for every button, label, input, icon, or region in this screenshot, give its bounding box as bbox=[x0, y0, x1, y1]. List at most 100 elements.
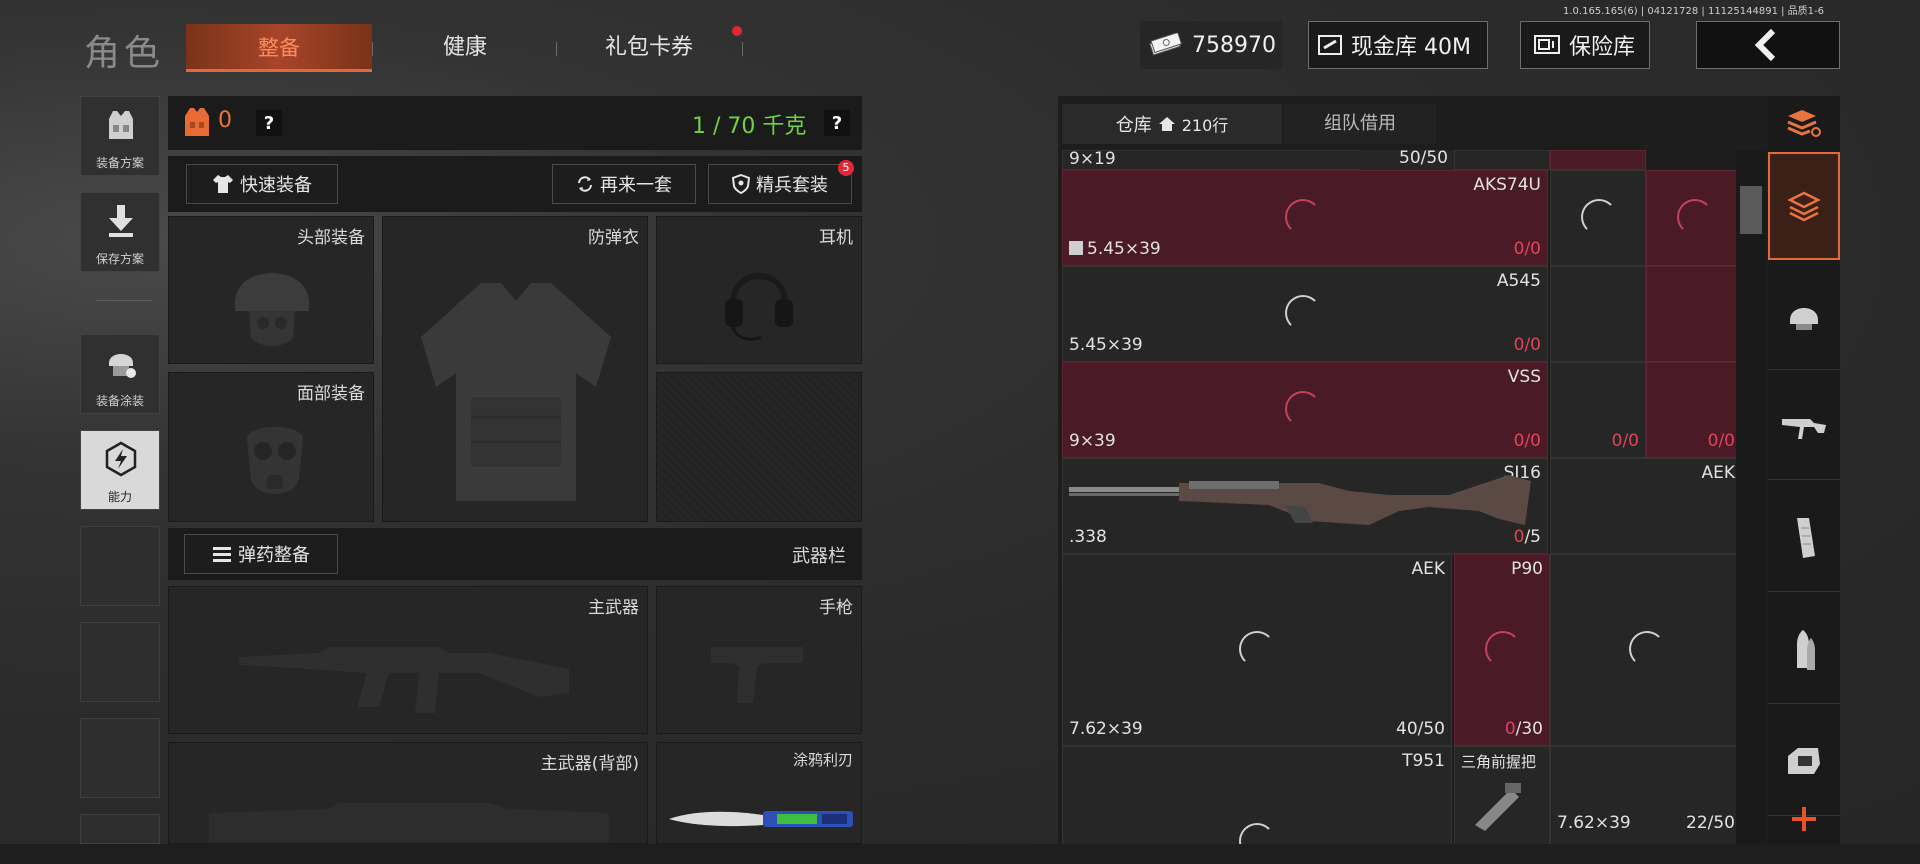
ability-icon bbox=[103, 441, 139, 477]
grid-cell bbox=[1550, 170, 1646, 266]
category-helmet[interactable] bbox=[1768, 262, 1840, 370]
shield-icon bbox=[732, 174, 750, 194]
item-count: 0/0 bbox=[1513, 335, 1541, 355]
helmet-paint-icon bbox=[103, 345, 139, 381]
item-vss[interactable]: VSS 9×39 0/0 bbox=[1062, 362, 1548, 458]
item-caliber: 7.62×39 bbox=[1069, 719, 1143, 739]
save-plan-button[interactable]: 保存方案 bbox=[80, 192, 160, 272]
scrollbar-thumb[interactable] bbox=[1740, 186, 1762, 234]
loading-spinner bbox=[1285, 295, 1321, 331]
tab-equip[interactable]: 整备 bbox=[186, 24, 372, 72]
scope-icon bbox=[1784, 744, 1824, 780]
scrollbar-track[interactable] bbox=[1736, 150, 1766, 844]
headset-icon bbox=[719, 257, 799, 347]
stack-sort-icon bbox=[1786, 108, 1822, 138]
home-icon bbox=[1158, 116, 1176, 132]
ammo-box-icon bbox=[1069, 241, 1083, 255]
item-name: VSS bbox=[1507, 367, 1541, 387]
pistol-slot[interactable]: 手枪 bbox=[656, 586, 862, 734]
download-icon bbox=[103, 203, 139, 239]
add-button[interactable] bbox=[1768, 794, 1840, 844]
item-caliber: 9×19 bbox=[1069, 150, 1116, 169]
tab-gift[interactable]: 礼包卡券 bbox=[564, 24, 734, 72]
help-button[interactable]: ? bbox=[256, 110, 282, 136]
foregrip-icon bbox=[1465, 775, 1525, 835]
knife-slot[interactable]: 涂鸦利刃 bbox=[656, 742, 862, 844]
safe-icon bbox=[1533, 33, 1561, 57]
cash-vault-label: 现金库 40M bbox=[1351, 35, 1471, 60]
item-cell[interactable]: 50/50 bbox=[1360, 150, 1454, 170]
notification-dot bbox=[732, 26, 742, 36]
quick-equip-label: 快速装备 bbox=[240, 175, 312, 196]
loading-spinner bbox=[1239, 823, 1275, 844]
helmet-icon bbox=[1786, 298, 1822, 334]
version-label: 1.0.165.165(6) | 04121728 | 11125144891 … bbox=[1563, 6, 1824, 17]
item-a545[interactable]: A545 5.45×39 0/0 bbox=[1062, 266, 1548, 362]
item-p90[interactable]: P90 0/30 bbox=[1454, 554, 1550, 746]
item-cell[interactable]: 0/0 bbox=[1550, 362, 1646, 458]
item-sj16[interactable]: SJ16 .338 0/5 bbox=[1062, 458, 1548, 554]
tab-storage[interactable]: 仓库 210行 bbox=[1062, 104, 1282, 144]
save-plan-label: 保存方案 bbox=[95, 252, 144, 266]
item-aks74u[interactable]: AKS74U 5.45×39 0/0 bbox=[1062, 170, 1548, 266]
loading-spinner bbox=[1239, 631, 1275, 667]
paint-button[interactable]: 装备涂装 bbox=[80, 334, 160, 414]
warehouse-grid: 9×19 50/50 AKS74U 5.45×39 0/0 A545 5.45×… bbox=[1062, 150, 1766, 844]
item-t951[interactable]: T951 bbox=[1062, 746, 1452, 844]
tab-health[interactable]: 健康 bbox=[400, 24, 530, 72]
armor-icon bbox=[184, 106, 210, 138]
item-grip[interactable]: 三角前握把 bbox=[1454, 746, 1550, 844]
item-caliber: 7.62×39 bbox=[1557, 813, 1631, 833]
headset-slot-label: 耳机 bbox=[819, 228, 853, 248]
vest-slot[interactable]: 防弹衣 bbox=[382, 216, 648, 522]
grid-cell bbox=[1550, 266, 1646, 362]
insurance-vault-button[interactable]: 保险库 bbox=[1520, 21, 1650, 69]
item-name: T951 bbox=[1402, 751, 1445, 771]
empty-nav-slot bbox=[80, 718, 160, 798]
sks-rifle-icon bbox=[1069, 465, 1539, 535]
weapon-bar-label: 武器栏 bbox=[792, 546, 846, 567]
tab-divider bbox=[556, 42, 557, 56]
vest-slot-label: 防弹衣 bbox=[588, 228, 639, 248]
item-aek[interactable]: AEK 7.62×39 40/50 bbox=[1062, 554, 1452, 746]
magazine-icon bbox=[1789, 516, 1819, 560]
category-all[interactable] bbox=[1768, 152, 1840, 260]
category-magazine[interactable] bbox=[1768, 484, 1840, 592]
head-slot[interactable]: 头部装备 bbox=[168, 216, 374, 364]
item-count: 0/0 bbox=[1513, 239, 1541, 259]
item-name: P90 bbox=[1511, 559, 1543, 579]
item-aek-right[interactable]: AEK bbox=[1550, 458, 1742, 554]
primary-weapon-slot[interactable]: 主武器 bbox=[168, 586, 648, 734]
headset-slot[interactable]: 耳机 bbox=[656, 216, 862, 364]
vest-icon bbox=[103, 107, 139, 143]
again-button[interactable]: 再来一套 bbox=[552, 164, 696, 204]
item-caliber: 9×39 bbox=[1069, 431, 1116, 451]
body-armor-icon bbox=[411, 277, 621, 507]
back-button[interactable] bbox=[1696, 21, 1840, 69]
ammo-icon bbox=[212, 545, 232, 563]
armor-count: 0 bbox=[218, 108, 232, 133]
category-rifle[interactable] bbox=[1768, 372, 1840, 480]
tab-divider bbox=[742, 42, 743, 56]
item-cell[interactable]: 0/0 bbox=[1646, 362, 1742, 458]
elite-set-button[interactable]: 精兵套装 bbox=[708, 164, 852, 204]
loadout-plan-button[interactable]: 装备方案 bbox=[80, 96, 160, 176]
tab-team-borrow[interactable]: 组队借用 bbox=[1284, 104, 1436, 144]
primary-back-slot[interactable]: 主武器(背部) bbox=[168, 742, 648, 844]
sort-button[interactable] bbox=[1768, 96, 1840, 150]
ammo-equip-button[interactable]: 弹药整备 bbox=[184, 534, 338, 574]
category-ammo[interactable] bbox=[1768, 596, 1840, 704]
ability-button[interactable]: 能力 bbox=[80, 430, 160, 510]
cash-vault-button[interactable]: 现金库 40M bbox=[1308, 21, 1488, 69]
grid-cell bbox=[1550, 554, 1742, 746]
face-slot[interactable]: 面部装备 bbox=[168, 372, 374, 522]
weight-help-button[interactable]: ? bbox=[824, 110, 850, 136]
item-name: AKS74U bbox=[1473, 175, 1541, 195]
item-cell[interactable]: 7.62×39 22/50 bbox=[1550, 746, 1742, 844]
item-name: AEK bbox=[1411, 559, 1445, 579]
rifle-back-silhouette-icon bbox=[209, 783, 609, 843]
tab-equip-label: 整备 bbox=[258, 36, 300, 60]
grid-cell bbox=[1550, 150, 1646, 170]
quick-equip-button[interactable]: 快速装备 bbox=[186, 164, 338, 204]
ability-label: 能力 bbox=[107, 490, 132, 504]
